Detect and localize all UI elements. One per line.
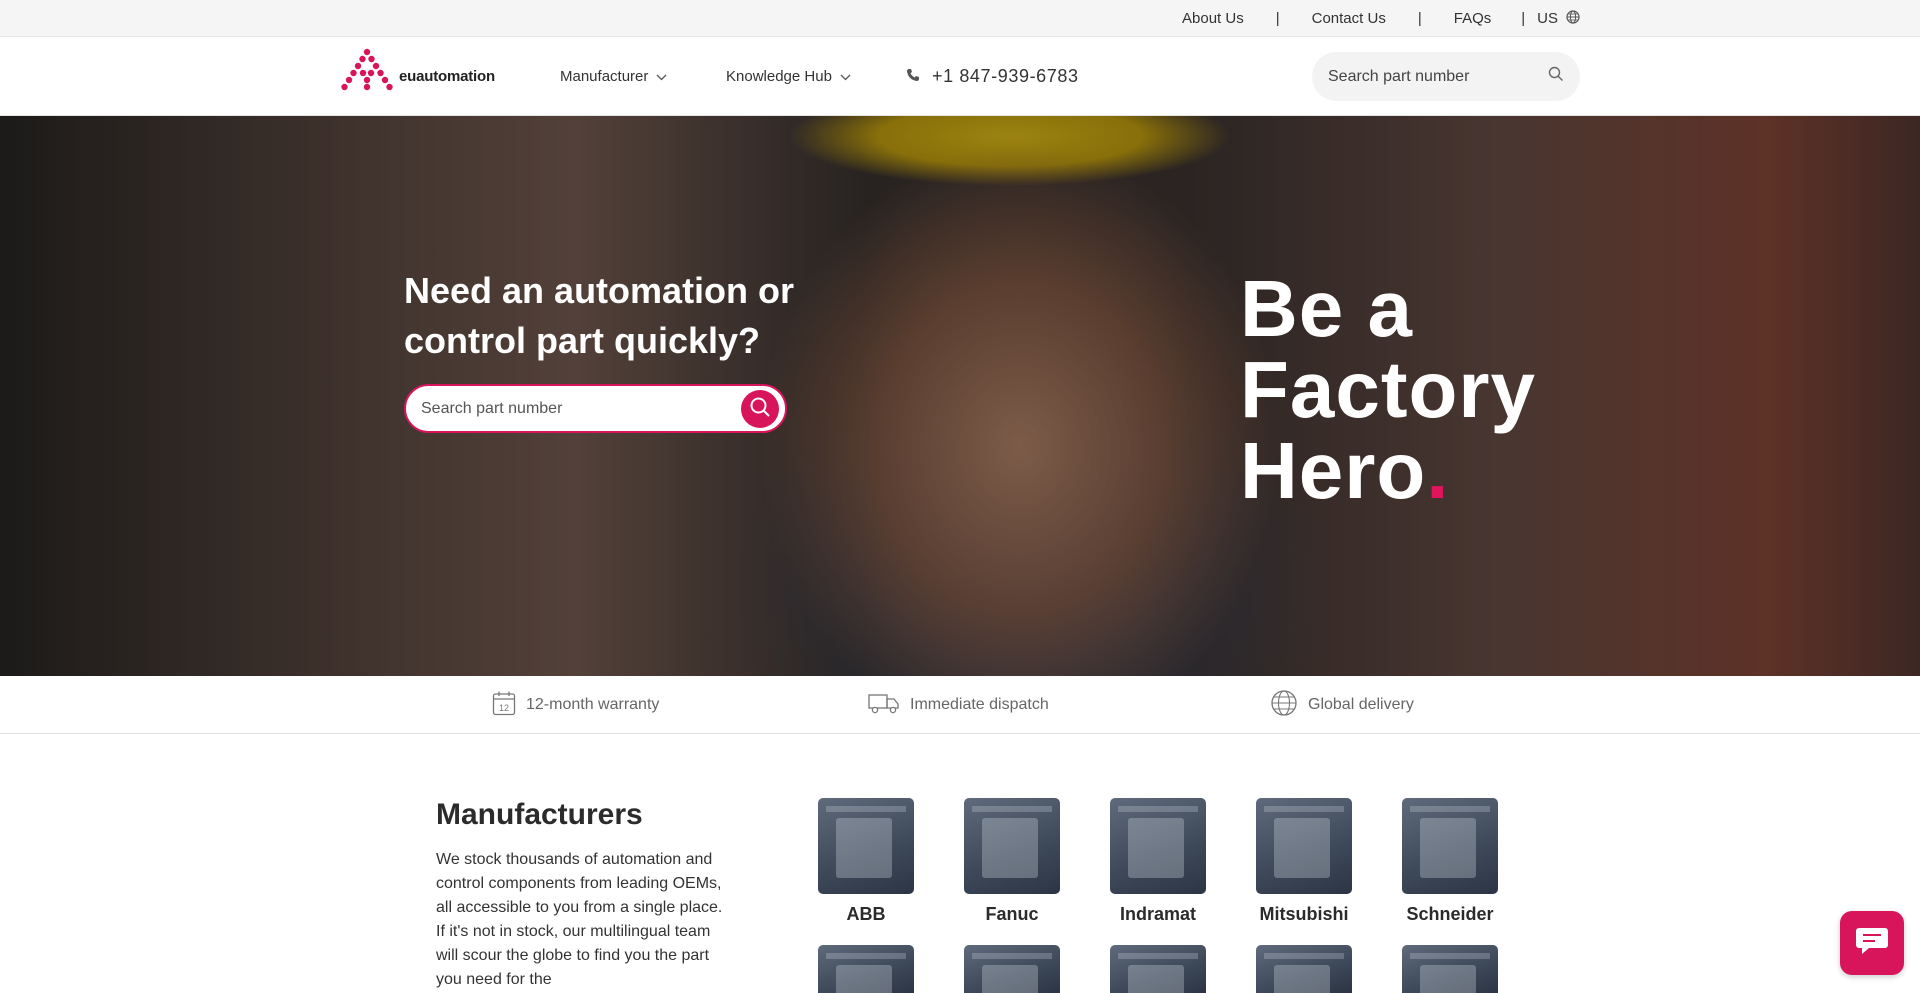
hero-tagline-line: Hero: [1240, 426, 1427, 515]
brand-card[interactable]: [1402, 945, 1498, 993]
chevron-down-icon: [656, 68, 667, 85]
feature-warranty-label: 12-month warranty: [526, 696, 660, 713]
manufacturers-description: We stock thousands of automation and con…: [436, 851, 723, 988]
brand-card-mitsubishi[interactable]: Mitsubishi: [1256, 798, 1352, 925]
region-selector[interactable]: US: [1537, 9, 1580, 28]
brand-name: Fanuc: [985, 904, 1039, 924]
hero-tagline-dot: .: [1426, 426, 1450, 515]
feature-warranty: 12 12-month warranty: [492, 676, 659, 734]
hero-tagline: Be a Factory Hero.: [1240, 268, 1536, 511]
chevron-down-icon: [840, 68, 851, 85]
region-label: US: [1537, 10, 1558, 27]
brand-thumbnail: [1256, 945, 1352, 993]
brand-card[interactable]: [1110, 945, 1206, 993]
feature-dispatch: Immediate dispatch: [868, 676, 1049, 734]
globe-icon: [1566, 9, 1580, 28]
contact-us-link[interactable]: Contact Us: [1312, 10, 1386, 27]
separator: |: [1521, 10, 1526, 27]
feature-delivery: Global delivery: [1270, 676, 1414, 734]
brand-thumbnail: [1256, 798, 1352, 894]
brand-card[interactable]: [964, 945, 1060, 993]
faqs-link[interactable]: FAQs: [1454, 10, 1492, 27]
brand-name: Indramat: [1119, 904, 1197, 924]
brand-thumbnail: [1110, 798, 1206, 894]
chat-icon: [1855, 925, 1889, 962]
brand-card[interactable]: [1256, 945, 1352, 993]
utility-links: About Us | Contact Us | FAQs | US: [1182, 0, 1580, 37]
brand-thumbnail: [1402, 945, 1498, 993]
logo-text: euautomation: [399, 68, 495, 85]
hero-search-box: [404, 384, 787, 433]
manufacturers-title: Manufacturers: [436, 798, 643, 831]
globe-icon: [1270, 689, 1298, 722]
brand-name: Mitsubishi: [1259, 904, 1349, 924]
hero-heading: Need an automation or control part quick…: [404, 270, 795, 361]
brand-thumbnail: [964, 945, 1060, 993]
header-search-box: [1312, 52, 1580, 101]
hero-search-input[interactable]: [421, 399, 721, 418]
hero-tagline-line: Factory: [1240, 345, 1536, 434]
logo-mark-icon: [339, 48, 395, 99]
phone-contact[interactable]: +1 847-939-6783: [906, 37, 1079, 116]
brand-name: Schneider: [1406, 904, 1494, 924]
brand-thumbnail: [818, 945, 914, 993]
search-icon[interactable]: [1548, 66, 1564, 87]
feature-dispatch-label: Immediate dispatch: [910, 696, 1049, 713]
hero-banner: Need an automation or control part quick…: [0, 116, 1920, 676]
brand-thumbnail: [1110, 945, 1206, 993]
separator: |: [1275, 10, 1280, 27]
brand-card[interactable]: [818, 945, 914, 993]
brand-card-schneider[interactable]: Schneider: [1402, 798, 1498, 925]
truck-icon: [868, 692, 900, 719]
features-strip: 12 12-month warranty Immediate dispatch …: [0, 676, 1920, 734]
brand-thumbnail: [1402, 798, 1498, 894]
header-search-input[interactable]: [1328, 67, 1528, 86]
calendar-icon: 12: [492, 690, 516, 721]
brand-card-abb[interactable]: ABB: [818, 798, 914, 925]
calendar-icon-number: 12: [499, 703, 509, 713]
nav-manufacturer[interactable]: Manufacturer: [560, 37, 667, 116]
site-logo[interactable]: euautomation: [339, 48, 495, 99]
about-us-link[interactable]: About Us: [1182, 10, 1244, 27]
chat-button[interactable]: [1840, 911, 1904, 975]
feature-delivery-label: Global delivery: [1308, 696, 1414, 713]
main-header: euautomation Manufacturer Knowledge Hub …: [0, 37, 1920, 116]
separator: |: [1417, 10, 1422, 27]
brand-card-indramat[interactable]: Indramat: [1110, 798, 1206, 925]
top-utility-bar: About Us | Contact Us | FAQs | US: [0, 0, 1920, 37]
hero-tagline-line: Be a: [1240, 264, 1413, 353]
nav-knowledge-hub-label: Knowledge Hub: [726, 68, 832, 85]
nav-manufacturer-label: Manufacturer: [560, 68, 649, 85]
brand-card-fanuc[interactable]: Fanuc: [964, 798, 1060, 925]
phone-number: +1 847-939-6783: [932, 66, 1079, 86]
brand-thumbnail: [818, 798, 914, 894]
phone-icon: [906, 66, 920, 87]
hero-search-button[interactable]: [741, 390, 779, 428]
search-icon: [749, 396, 771, 423]
nav-knowledge-hub[interactable]: Knowledge Hub: [726, 37, 851, 116]
brand-thumbnail: [964, 798, 1060, 894]
brand-name: ABB: [846, 904, 886, 924]
